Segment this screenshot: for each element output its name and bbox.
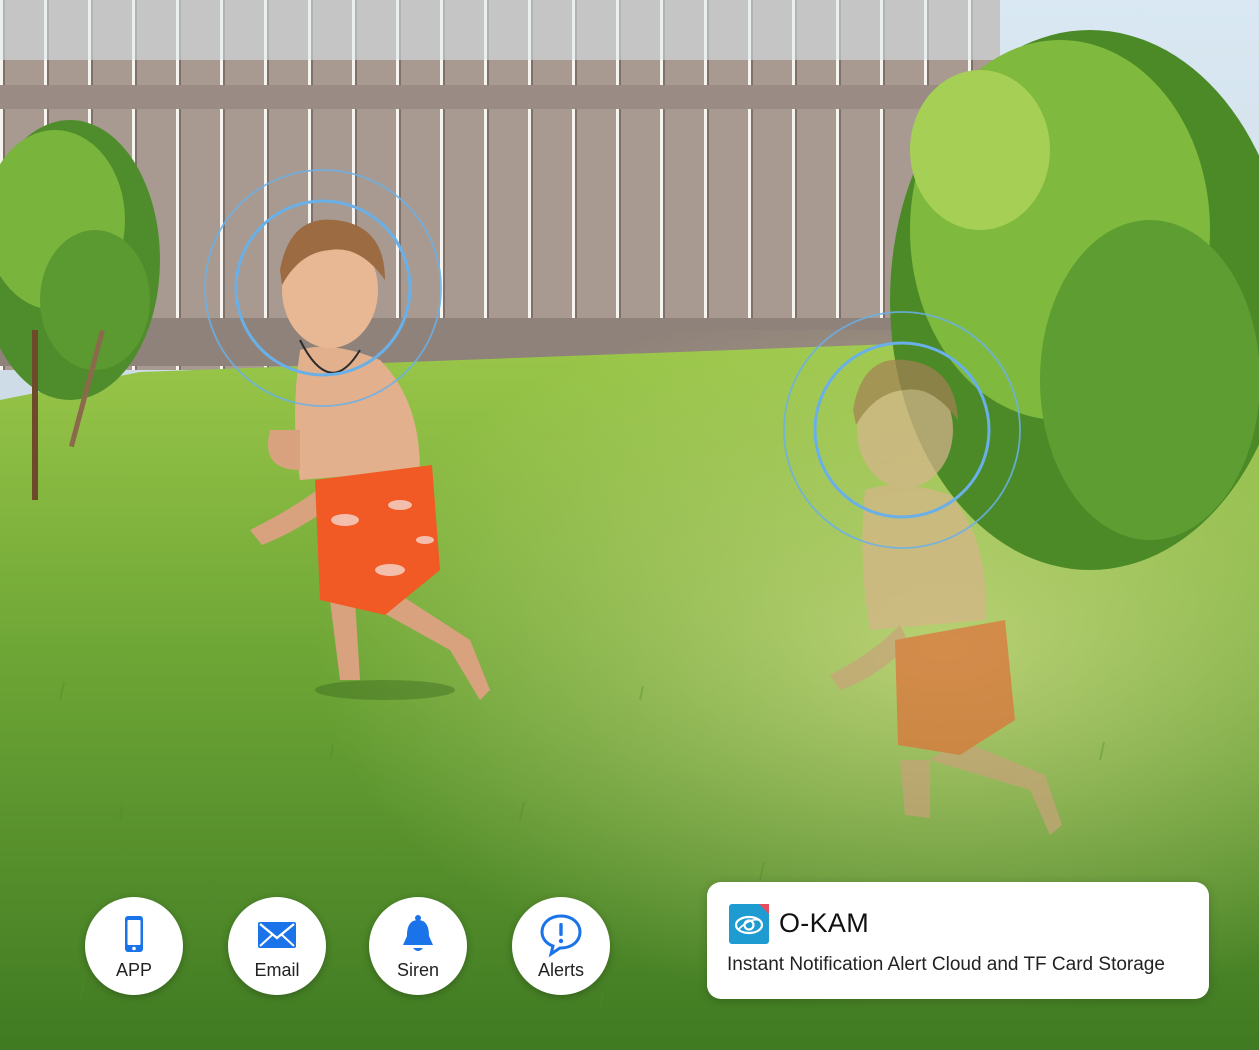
alert-bubble-icon bbox=[540, 914, 582, 958]
feature-siren-label: Siren bbox=[396, 960, 440, 980]
envelope-icon bbox=[258, 922, 296, 948]
o-kam-eye-logo-icon bbox=[729, 904, 769, 944]
feature-email-label: Email bbox=[254, 960, 300, 980]
notification-card[interactable]: O-KAM Instant Notification Alert Cloud a… bbox=[707, 882, 1209, 999]
smartphone-icon bbox=[125, 916, 143, 952]
feature-siren: Siren bbox=[369, 897, 467, 995]
feature-app: APP bbox=[85, 897, 183, 995]
feature-email: Email bbox=[228, 897, 326, 995]
feature-alerts: Alerts bbox=[512, 897, 610, 995]
feature-app-label: APP bbox=[115, 960, 153, 980]
feature-alerts-label: Alerts bbox=[537, 960, 584, 980]
notification-description: Instant Notification Alert Cloud and TF … bbox=[727, 954, 1165, 975]
bell-icon bbox=[403, 915, 433, 951]
notification-app-name: O-KAM bbox=[779, 908, 870, 938]
